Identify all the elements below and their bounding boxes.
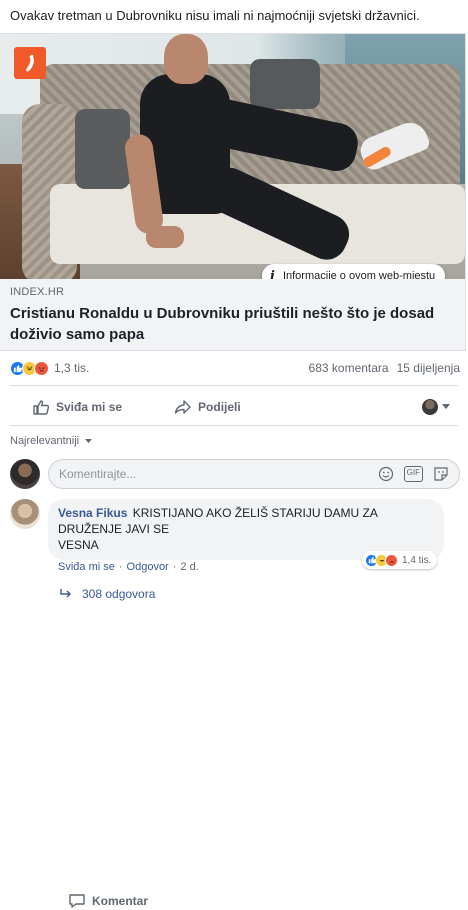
like-label: Sviđa mi se — [56, 400, 123, 414]
link-preview-card[interactable]: i Informacije o ovom web-mjestu INDEX.HR… — [0, 33, 466, 351]
comment-input[interactable]: Komentirajte... GIF — [48, 459, 460, 489]
comment-age[interactable]: 2 d. — [180, 561, 198, 573]
caret-down-icon — [85, 439, 92, 444]
site-info-button[interactable]: i Informacije o ovom web-mjestu — [262, 264, 446, 280]
comment-reactions[interactable]: 1,4 tis. — [362, 551, 438, 569]
comments-count[interactable]: 683 komentara — [309, 361, 389, 375]
avatar — [422, 399, 438, 415]
link-preview-image[interactable]: i Informacije o ovom web-mjestu — [0, 34, 465, 279]
sort-label: Najrelevantniji — [10, 435, 80, 447]
comment-icon — [69, 894, 85, 908]
comment-composer: Komentirajte... GIF — [10, 459, 460, 489]
reply-arrow-icon — [60, 589, 71, 598]
like-button[interactable]: Sviđa mi se — [32, 398, 122, 416]
replies-count: 308 odgovora — [82, 587, 156, 601]
avatar[interactable] — [10, 459, 40, 489]
avatar[interactable] — [10, 499, 40, 529]
sticker-icon[interactable] — [433, 466, 449, 482]
comment-like-link[interactable]: Sviđa mi se — [58, 561, 115, 573]
thumbs-up-icon — [33, 400, 50, 415]
divider — [10, 385, 458, 386]
comment-sort-dropdown[interactable]: Najrelevantniji — [10, 435, 92, 447]
emoji-icon[interactable] — [378, 466, 394, 482]
share-button[interactable]: Podijeli — [174, 398, 241, 416]
share-arrow-icon — [174, 400, 191, 414]
comment-button[interactable]: Komentar — [68, 892, 468, 910]
comment-reaction-count: 1,4 tis. — [402, 554, 432, 566]
comment-author[interactable]: Vesna Fikus — [58, 506, 127, 520]
comment-placeholder: Komentirajte... — [59, 467, 137, 481]
comment-meta: Sviđa mi se · Odgovor · 2 d. — [58, 561, 199, 573]
post-text: Ovakav tretman u Dubrovniku nisu imali n… — [10, 8, 420, 23]
post-actions: Sviđa mi se Komentar Podijeli — [10, 393, 460, 908]
divider — [10, 425, 458, 426]
share-label: Podijeli — [198, 400, 241, 414]
comment-text-line2: VESNA — [58, 538, 99, 552]
reaction-as-selector[interactable] — [422, 399, 450, 415]
angry-reaction-icon — [385, 553, 398, 567]
reaction-count[interactable]: 1,3 tis. — [54, 361, 89, 375]
chili-pepper-icon — [14, 47, 46, 79]
shares-count[interactable]: 15 dijeljenja — [397, 361, 460, 375]
caret-down-icon — [442, 404, 450, 409]
comment-reply-link[interactable]: Odgovor — [127, 561, 169, 573]
angry-reaction-icon — [34, 360, 49, 376]
site-info-label: Informacije o ovom web-mjestu — [282, 270, 436, 279]
view-replies-link[interactable]: 308 odgovora — [60, 587, 155, 601]
link-headline[interactable]: Cristianu Ronaldu u Dubrovniku priuštili… — [10, 303, 460, 345]
link-domain: INDEX.HR — [10, 286, 65, 298]
comment-label: Komentar — [92, 894, 149, 908]
reactions-summary: 1,3 tis. 683 komentara 15 dijeljenja — [10, 357, 460, 379]
reaction-icons[interactable] — [10, 360, 49, 376]
info-icon: i — [270, 268, 275, 280]
gif-icon[interactable]: GIF — [403, 466, 423, 482]
